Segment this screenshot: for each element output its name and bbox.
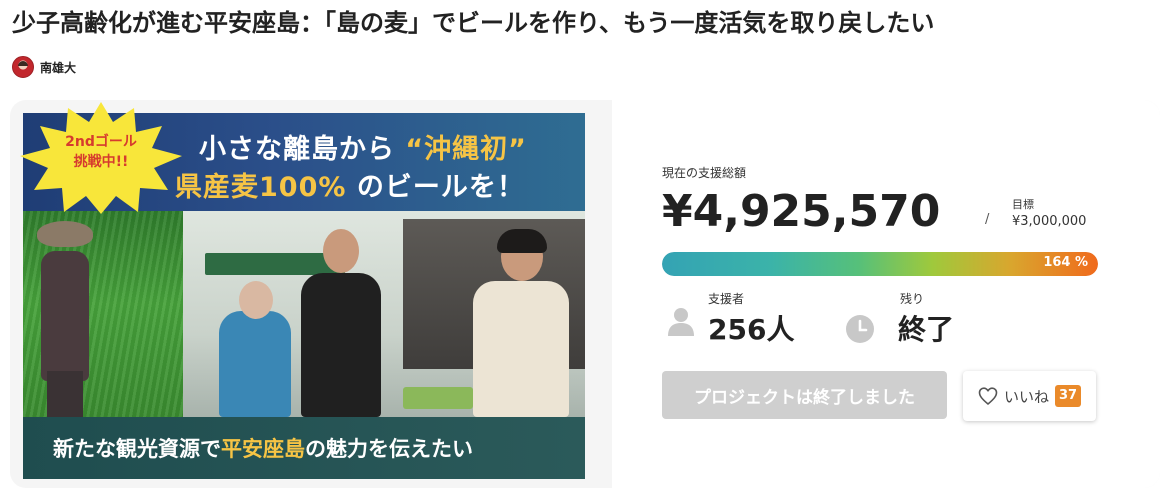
project-title: 少子高齢化が進む平安座島：「島の麦」でビールを作り、もう一度活気を取り戻したい: [12, 9, 935, 37]
hero-tagline-text: 新たな観光資源で: [53, 437, 221, 461]
total-amount-label: 現在の支援総額: [662, 166, 747, 180]
funding-progress-bar: 164 %: [662, 252, 1098, 276]
progress-percent: 164 %: [1043, 255, 1088, 270]
hero-bottom-banner: 新たな観光資源で平安座島の魅力を伝えたい: [23, 417, 585, 479]
clock-icon: [846, 315, 874, 343]
author-name: 南雄大: [40, 60, 77, 75]
goal-badge-line1: 2ndゴール: [65, 134, 137, 150]
funding-panel: [612, 100, 1160, 488]
farmer-figure: [29, 221, 99, 417]
young-man-figure: [301, 273, 381, 417]
remaining-label: 残り: [900, 292, 925, 306]
cook-figure: [473, 281, 569, 417]
like-button[interactable]: いいね 37: [963, 371, 1096, 421]
elderly-woman-figure: [219, 311, 291, 417]
hero-headline-highlight: 県産麦100%: [175, 172, 347, 203]
remaining-value: 終了: [898, 313, 955, 346]
goal-badge-text: 2ndゴール 挑戦中!!: [44, 132, 158, 172]
hero-headline-line2: 県産麦100% のビールを！: [175, 165, 525, 204]
like-label: いいね: [1003, 387, 1049, 406]
progress-fill: [662, 252, 1098, 276]
goal-separator: /: [985, 212, 990, 227]
total-amount: ¥4,925,570: [662, 186, 941, 237]
user-icon: [668, 308, 694, 336]
hero-tagline-highlight: 平安座島: [221, 437, 305, 461]
hero-tagline: 新たな観光資源で平安座島の魅力を伝えたい: [53, 433, 473, 463]
heart-icon: [978, 387, 998, 405]
shop-scene: [183, 211, 585, 417]
like-count-badge: 37: [1054, 385, 1082, 407]
hero-tagline-text: の魅力を伝えたい: [305, 437, 473, 461]
goal-amount: ¥3,000,000: [1012, 214, 1087, 229]
author-link[interactable]: 南雄大: [12, 56, 76, 78]
backers-label: 支援者: [708, 292, 745, 306]
goal-label: 目標: [1012, 198, 1034, 211]
wheat-field: [23, 211, 183, 417]
hero-photo: [23, 211, 585, 417]
backers-count: 256人: [708, 313, 795, 346]
hero-headline-text: のビールを！: [356, 172, 525, 203]
goal-badge-line2: 挑戦中!!: [73, 154, 129, 170]
hero-headline-text: 小さな離島から: [199, 134, 395, 165]
project-ended-button: プロジェクトは終了しました: [662, 371, 947, 419]
author-avatar: [12, 56, 34, 78]
food-tray: [403, 387, 473, 409]
hero-headline-line1: 小さな離島から “沖縄初”: [199, 127, 527, 166]
hero-headline-highlight: “沖縄初”: [405, 134, 527, 165]
